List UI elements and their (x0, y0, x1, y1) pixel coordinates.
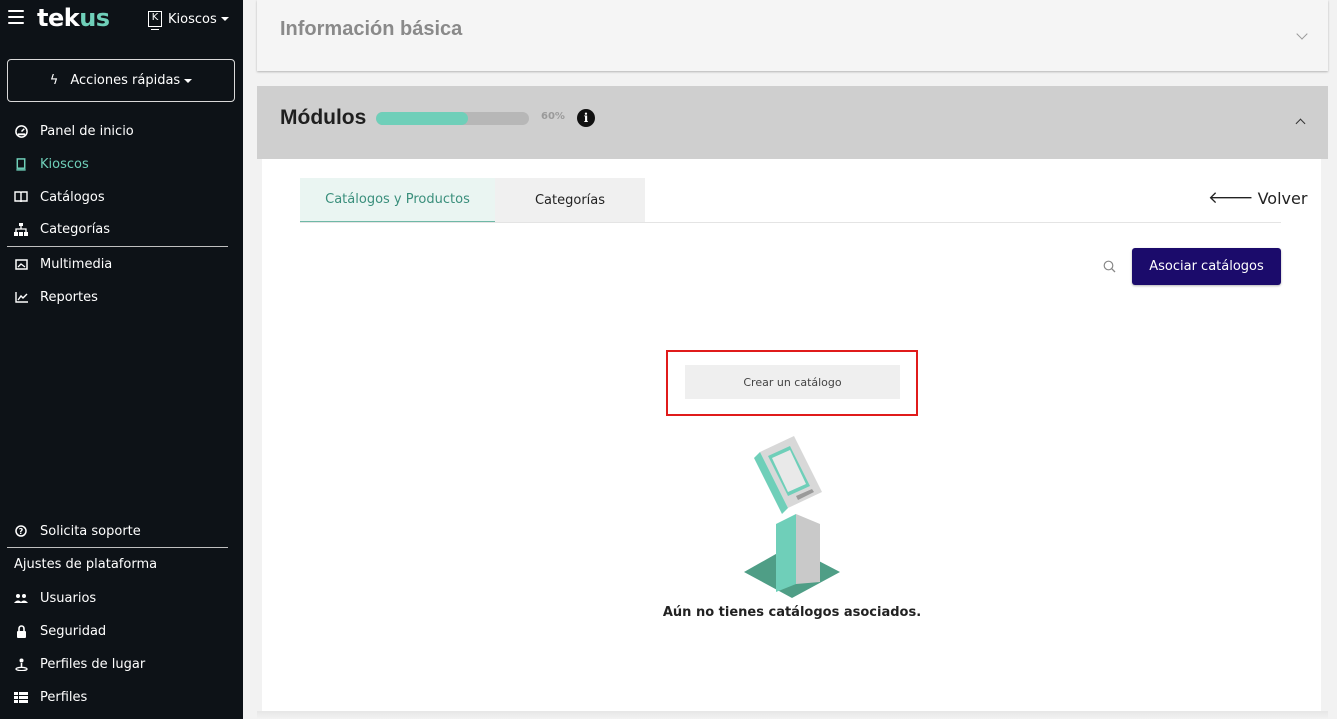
empty-state-text: Aún no tienes catálogos asociados. (662, 605, 922, 620)
basic-info-title: Información básica (280, 18, 463, 40)
modules-title: Módulos (280, 106, 367, 129)
chevron-down-icon[interactable] (1296, 28, 1308, 40)
sidebar-item-label: Seguridad (40, 623, 107, 639)
sidebar-item-usuarios[interactable]: Usuarios (14, 587, 96, 609)
product-switcher[interactable]: K Kioscos (148, 9, 229, 30)
bolt-icon: ϟ (49, 73, 59, 88)
sidebar-item-multimedia[interactable]: Multimedia (14, 253, 112, 275)
bottom-edge (257, 711, 1328, 719)
question-circle-icon: ? (14, 524, 28, 538)
modules-progress-label: 60% (541, 111, 565, 122)
sidebar-item-label: Categorías (40, 221, 111, 237)
sidebar-item-label: Reportes (40, 289, 98, 305)
caret-down-icon (220, 17, 229, 21)
back-label: Volver (1257, 188, 1308, 208)
sidebar-item-label: Usuarios (40, 590, 97, 606)
caret-down-icon (184, 78, 193, 83)
kiosk-icon (14, 157, 28, 171)
users-icon (14, 591, 28, 605)
chart-line-icon (14, 290, 28, 304)
kiosk-product-icon: K (148, 11, 162, 30)
sidebar-item-label: Kioscos (40, 156, 89, 172)
sidebar: tekus K Kioscos ϟ Acciones rápidas Panel… (0, 0, 243, 719)
sidebar-item-perfiles-de-lugar[interactable]: Perfiles de lugar (14, 653, 145, 675)
svg-text:?: ? (19, 527, 24, 536)
sidebar-item-reportes[interactable]: Reportes (14, 286, 98, 308)
sidebar-divider (7, 246, 228, 247)
chevron-up-icon[interactable] (1295, 118, 1306, 129)
tabs-divider (300, 222, 1281, 223)
create-catalog-button[interactable]: Crear un catálogo (685, 365, 900, 399)
hamburger-menu-icon[interactable] (8, 10, 24, 24)
sitemap-icon (14, 222, 28, 236)
modules-progress-bar (376, 112, 529, 125)
product-switch-label: Kioscos (168, 11, 217, 27)
sidebar-item-label: Perfiles de lugar (40, 656, 146, 672)
sidebar-item-label: Solicita soporte (40, 523, 141, 539)
tekus-logo[interactable]: tekus (37, 4, 110, 32)
logo-accent-text: us (79, 4, 110, 32)
dashboard-icon (14, 124, 28, 138)
back-link[interactable]: 🡐 Volver (1208, 188, 1307, 208)
sidebar-item-label: Perfiles (40, 689, 88, 705)
sidebar-item-seguridad[interactable]: Seguridad (14, 620, 106, 642)
tab-categorias[interactable]: Categorías (495, 178, 645, 223)
associate-catalogs-button[interactable]: Asociar catálogos (1132, 248, 1281, 285)
settings-heading: Ajustes de plataforma (14, 557, 158, 572)
sidebar-divider (7, 547, 228, 548)
basic-info-card[interactable]: Información básica (257, 0, 1328, 71)
brand-row: tekus K Kioscos (0, 4, 243, 34)
sidebar-item-categorias[interactable]: Categorías (14, 218, 110, 240)
sidebar-item-kioscos[interactable]: Kioscos (14, 153, 89, 175)
logo-main-text: tek (37, 4, 80, 32)
quick-actions-button[interactable]: ϟ Acciones rápidas (7, 59, 235, 102)
arrow-left-icon: 🡐 (1208, 188, 1254, 208)
tab-catalogos-y-productos[interactable]: Catálogos y Productos (300, 178, 495, 223)
sidebar-item-panel-de-inicio[interactable]: Panel de inicio (14, 120, 134, 142)
sidebar-item-label: Panel de inicio (40, 123, 134, 139)
modules-card-body: Catálogos y Productos Categorías 🡐 Volve… (262, 159, 1321, 711)
place-profile-icon (14, 657, 28, 671)
sidebar-item-perfiles[interactable]: Perfiles (14, 686, 87, 708)
book-icon (14, 190, 28, 204)
sidebar-item-catalogos[interactable]: Catálogos (14, 186, 105, 208)
quick-actions-label: Acciones rápidas (70, 73, 181, 88)
profiles-icon (14, 690, 28, 704)
modules-progress-fill (376, 112, 468, 125)
sidebar-item-label: Catálogos (40, 189, 105, 205)
sidebar-item-label: Multimedia (40, 256, 113, 272)
lock-icon (14, 624, 28, 638)
info-icon[interactable]: i (577, 109, 595, 127)
sidebar-item-solicita-soporte[interactable]: ? Solicita soporte (14, 520, 141, 542)
kiosk-illustration (744, 436, 840, 598)
search-icon[interactable] (1103, 260, 1116, 273)
module-tabs: Catálogos y Productos Categorías (300, 178, 645, 223)
modules-card-header[interactable]: Módulos 60% i (257, 86, 1328, 159)
image-icon (14, 257, 28, 271)
